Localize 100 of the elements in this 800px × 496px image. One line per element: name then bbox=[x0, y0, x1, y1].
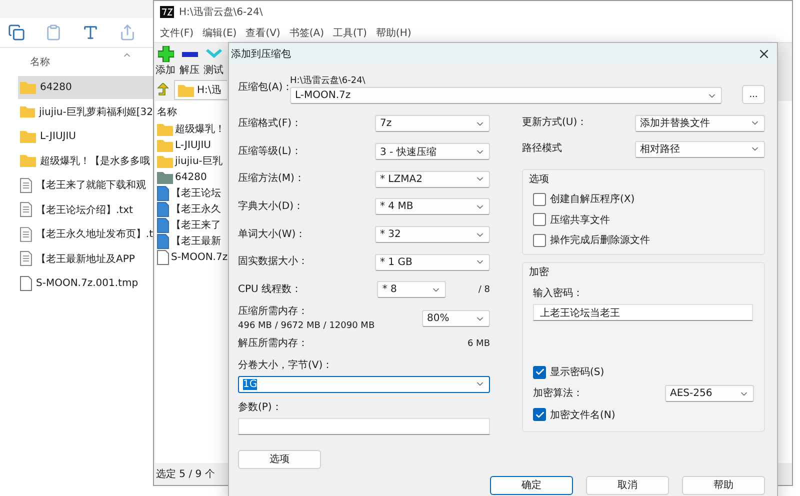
options-button[interactable]: 选项 bbox=[238, 450, 321, 469]
toolbar-button[interactable]: 测试 bbox=[203, 46, 224, 79]
dropdown[interactable]: 3 - 快速压缩 bbox=[375, 143, 490, 160]
dropdown[interactable]: AES-256 bbox=[665, 385, 754, 402]
file-row[interactable]: 【老王来了 bbox=[157, 217, 221, 233]
memory-value: 6 MB bbox=[467, 338, 490, 350]
up-folder-icon[interactable] bbox=[157, 83, 170, 97]
thread-max: / 8 bbox=[478, 284, 490, 296]
folder-icon bbox=[178, 84, 194, 96]
dropdown[interactable]: * 4 MB bbox=[375, 198, 490, 216]
file-row[interactable]: 【老王最新 bbox=[157, 233, 221, 249]
address-field[interactable]: H:\迅 bbox=[174, 80, 227, 100]
toolbar-button[interactable]: 解压 bbox=[179, 46, 200, 79]
group-title: 加密 bbox=[529, 267, 549, 279]
folder-icon bbox=[20, 80, 36, 94]
field-label: 更新方式(U)： bbox=[522, 117, 588, 129]
column-header[interactable]: 名称 bbox=[30, 55, 50, 69]
file-row[interactable]: 【老王永久地址发布页】.t bbox=[18, 223, 153, 246]
menu-item[interactable]: 书签(A) bbox=[289, 26, 324, 40]
close-button[interactable] bbox=[757, 47, 771, 61]
checkbox[interactable]: 压缩共享文件 bbox=[533, 210, 610, 230]
file-row[interactable]: jiujiu-巨乳萝莉福利姬[32 bbox=[18, 100, 153, 123]
checkmark-icon bbox=[534, 410, 544, 420]
file-row[interactable]: 【老王最新地址及APP bbox=[18, 248, 153, 270]
field-label: 压缩格式(F)： bbox=[238, 118, 302, 130]
folder-icon bbox=[20, 130, 36, 143]
document-icon bbox=[20, 226, 32, 242]
folder-icon bbox=[157, 154, 173, 168]
copy-icon[interactable] bbox=[8, 24, 25, 41]
file-row[interactable]: 64280 bbox=[18, 76, 153, 98]
toolbar-button[interactable]: 添加 bbox=[155, 46, 176, 79]
rename-icon[interactable] bbox=[82, 24, 99, 41]
dropdown[interactable]: * 1 GB bbox=[375, 254, 490, 271]
status-text: 选定 5 / 9 个 bbox=[156, 468, 215, 481]
field-label: 压缩方法(M)： bbox=[238, 173, 304, 186]
dropdown[interactable]: 7z bbox=[375, 115, 490, 132]
file-icon bbox=[20, 276, 32, 291]
menu-item[interactable]: 编辑(E) bbox=[202, 26, 237, 40]
field-label: 路径模式 bbox=[522, 143, 562, 155]
field-label: 单词大小(W)： bbox=[238, 228, 306, 241]
dropdown[interactable]: * LZMA2 bbox=[375, 170, 490, 188]
folder-icon bbox=[157, 122, 173, 136]
field-label: 压缩等级(L)： bbox=[238, 146, 302, 158]
share-icon[interactable] bbox=[119, 24, 136, 41]
file-row[interactable]: 【老王论坛介绍】.txt bbox=[18, 198, 153, 221]
browse-button[interactable]: ... bbox=[742, 85, 765, 104]
dialog-button[interactable]: 帮助 bbox=[682, 476, 765, 495]
archive-path: H:\迅雷云盘\6-24\ bbox=[290, 75, 366, 87]
checkmark-icon bbox=[534, 367, 544, 378]
folder-icon bbox=[157, 170, 173, 184]
document-icon bbox=[157, 202, 169, 216]
document-icon bbox=[157, 218, 169, 232]
field-label: 解压所需内存： bbox=[238, 338, 308, 350]
folder-icon bbox=[20, 154, 36, 168]
dropdown[interactable]: 80% bbox=[422, 310, 490, 328]
document-icon bbox=[20, 251, 32, 266]
file-row[interactable]: 超级爆乳！ bbox=[157, 121, 225, 137]
memory-usage: 496 MB / 9672 MB / 12090 MB bbox=[238, 320, 375, 332]
file-row[interactable]: S-MOON.7z.001.tmp bbox=[18, 272, 153, 294]
dropdown[interactable]: 添加并替换文件 bbox=[635, 114, 765, 132]
menu-item[interactable]: 帮助(H) bbox=[376, 26, 412, 40]
combo-value: 1G bbox=[243, 378, 258, 390]
checkbox[interactable]: 创建自解压程序(X) bbox=[533, 189, 635, 210]
dropdown[interactable]: * 8 bbox=[377, 281, 446, 298]
file-row[interactable]: 【老王来了就能下载和观 bbox=[18, 174, 153, 196]
file-row[interactable]: 【老王永久 bbox=[157, 201, 221, 217]
document-icon bbox=[20, 178, 32, 193]
file-row[interactable]: L-JIUJIU bbox=[18, 125, 153, 148]
checkbox[interactable]: 操作完成后删除源文件 bbox=[533, 230, 650, 250]
file-row[interactable]: jiujiu-巨乳 bbox=[157, 153, 222, 169]
dropdown[interactable]: 相对路径 bbox=[635, 140, 765, 158]
field-label: 分卷大小，字节(V)： bbox=[238, 360, 333, 372]
dialog-button[interactable]: 取消 bbox=[586, 476, 669, 495]
file-row[interactable]: L-JIUJIU bbox=[157, 137, 211, 153]
field-label: CPU 线程数： bbox=[238, 284, 302, 296]
folder-icon bbox=[20, 105, 35, 118]
dropdown[interactable]: * 32 bbox=[375, 226, 490, 244]
password-field[interactable]: 上老王论坛当老王 bbox=[533, 304, 753, 321]
params-field[interactable] bbox=[238, 418, 490, 435]
menu-item[interactable]: 文件(F) bbox=[160, 26, 194, 40]
field-label: 固实数据大小： bbox=[238, 256, 308, 268]
window-title: H:\迅雷云盘\6-24\ bbox=[179, 6, 263, 19]
file-row[interactable]: 【老王论坛 bbox=[157, 185, 221, 201]
file-row[interactable]: 超级爆乳！【是水多多哦 bbox=[18, 150, 153, 172]
menu-item[interactable]: 查看(V) bbox=[246, 26, 280, 40]
app-logo-icon bbox=[160, 6, 174, 18]
group-title: 选项 bbox=[529, 174, 549, 186]
dialog-button[interactable]: 确定 bbox=[490, 476, 573, 495]
field-label: 压缩所需内存： bbox=[238, 306, 309, 318]
checkbox[interactable]: 加密文件名(N) bbox=[533, 404, 616, 425]
document-icon bbox=[157, 234, 169, 248]
archive-combo[interactable]: L-MOON.7z bbox=[290, 87, 722, 104]
file-row[interactable]: S-MOON.7z bbox=[157, 249, 228, 265]
volume-combo[interactable]: 1G bbox=[238, 376, 490, 393]
clipboard-icon[interactable] bbox=[45, 24, 62, 41]
checkbox[interactable]: 显示密码(S) bbox=[533, 362, 604, 382]
menu-item[interactable]: 工具(T) bbox=[333, 26, 367, 40]
document-icon bbox=[20, 202, 32, 218]
file-row[interactable]: 64280 bbox=[157, 169, 207, 185]
column-header[interactable]: 名称 bbox=[157, 105, 177, 121]
